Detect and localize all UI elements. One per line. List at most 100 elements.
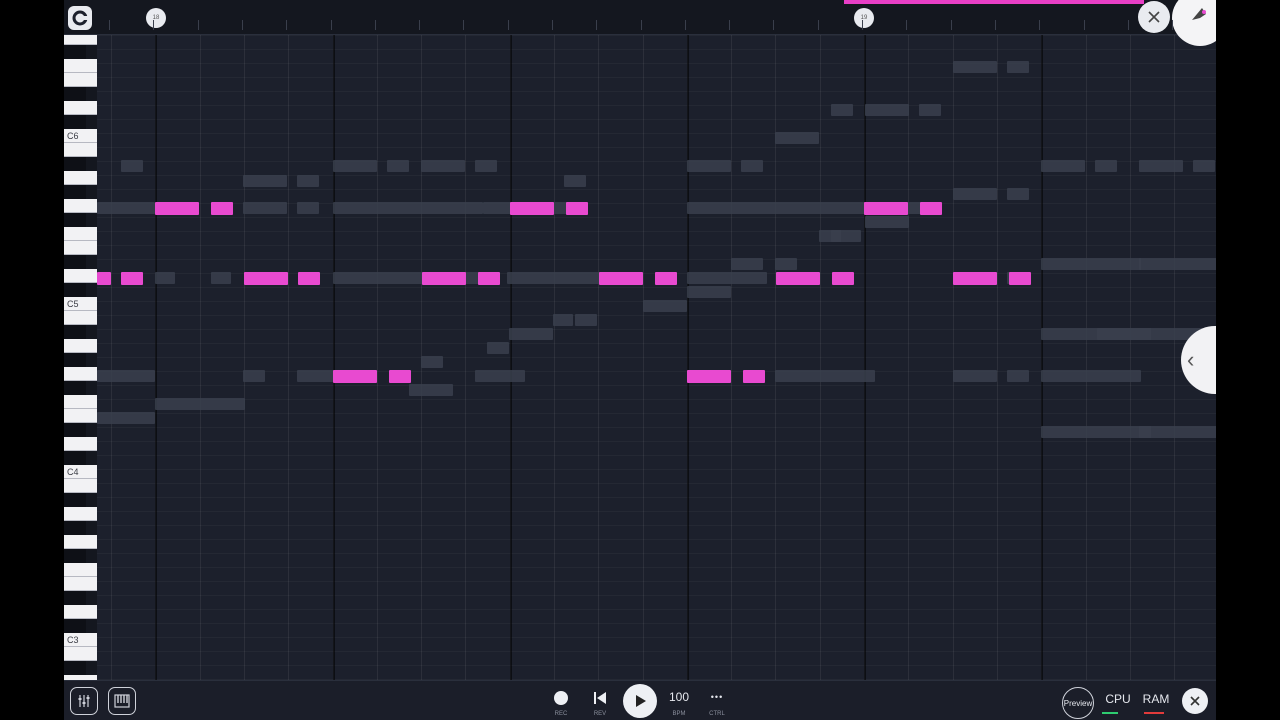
midi-note[interactable] [97,272,111,285]
piano-keyboard[interactable]: C6 C5 C4 C3 [64,35,97,680]
ghost-note[interactable] [553,314,573,326]
bpm-value[interactable]: 100 [664,689,694,705]
white-key[interactable] [64,241,97,255]
black-key[interactable] [64,115,86,129]
midi-note[interactable] [953,272,997,285]
close-icon[interactable] [1182,688,1208,714]
white-key[interactable] [64,437,97,451]
more-options-icon[interactable]: ••• [702,689,732,705]
white-key[interactable] [64,227,97,241]
ghost-note[interactable] [1007,188,1029,200]
black-key[interactable] [64,493,86,507]
midi-note[interactable] [832,272,854,285]
ghost-note[interactable] [421,356,443,368]
black-key[interactable] [64,185,86,199]
ghost-note[interactable] [865,216,909,228]
black-key[interactable] [64,451,86,465]
black-key[interactable] [64,521,86,535]
midi-note[interactable] [599,272,643,285]
midi-note[interactable] [298,272,320,285]
ghost-note[interactable] [97,202,155,214]
midi-note[interactable] [687,370,731,383]
white-key[interactable] [64,73,97,87]
black-key[interactable] [64,45,86,59]
ghost-note[interactable] [953,370,997,382]
midi-note[interactable] [121,272,143,285]
midi-note[interactable] [478,272,500,285]
loop-range-bar[interactable] [844,0,1144,4]
ghost-note[interactable] [97,412,155,424]
white-key[interactable] [64,35,97,45]
white-key[interactable] [64,605,97,619]
ghost-note[interactable] [333,202,483,214]
ghost-note[interactable] [1041,370,1141,382]
ghost-note[interactable] [831,230,861,242]
black-key[interactable] [64,213,86,227]
white-key[interactable] [64,339,97,353]
ghost-note[interactable] [409,384,453,396]
midi-note[interactable] [389,370,411,383]
mixer-icon[interactable] [70,687,98,715]
white-key[interactable] [64,143,97,157]
ghost-note[interactable] [919,104,941,116]
black-key[interactable] [64,619,86,633]
ghost-note[interactable] [643,300,687,312]
black-key[interactable] [64,255,86,269]
close-icon[interactable] [1138,1,1170,33]
black-key[interactable] [64,661,86,675]
ghost-note[interactable] [687,272,767,284]
white-key[interactable] [64,535,97,549]
ghost-note[interactable] [243,370,265,382]
ghost-note[interactable] [953,61,997,73]
black-key[interactable] [64,325,86,339]
ghost-note[interactable] [775,370,875,382]
ghost-note[interactable] [865,104,909,116]
ghost-note[interactable] [243,202,287,214]
midi-note[interactable] [776,272,820,285]
piano-roll-icon[interactable] [108,687,136,715]
white-key[interactable] [64,311,97,325]
ghost-note[interactable] [831,104,853,116]
ghost-note[interactable] [564,175,586,187]
ghost-note[interactable] [1139,160,1183,172]
play-button[interactable] [623,684,657,718]
ghost-note[interactable] [297,175,319,187]
ghost-note[interactable] [1007,61,1029,73]
midi-note[interactable] [244,272,288,285]
ghost-note[interactable] [775,132,819,144]
ghost-note[interactable] [731,258,763,270]
note-grid[interactable] [97,35,1216,680]
ghost-note[interactable] [97,370,155,382]
ghost-note[interactable] [687,286,731,298]
bar-marker-end[interactable]: 19 [854,8,874,28]
black-key[interactable] [64,353,86,367]
ghost-note[interactable] [211,272,231,284]
ghost-note[interactable] [1041,426,1151,438]
ghost-note[interactable] [1139,426,1216,438]
white-key[interactable] [64,563,97,577]
white-key[interactable] [64,479,97,493]
black-key[interactable] [64,87,86,101]
black-key[interactable] [64,157,86,171]
ghost-note[interactable] [687,160,731,172]
timeline-ruler[interactable]: 18 19 [64,0,1216,46]
midi-note[interactable] [211,202,233,215]
ghost-note[interactable] [1193,160,1215,172]
ghost-note[interactable] [487,342,509,354]
ghost-note[interactable] [387,160,409,172]
white-key[interactable] [64,171,97,185]
midi-note[interactable] [920,202,942,215]
white-key[interactable] [64,59,97,73]
white-key[interactable] [64,395,97,409]
ghost-note[interactable] [475,160,497,172]
ghost-note[interactable] [687,202,887,214]
white-key[interactable] [64,647,97,661]
ghost-note[interactable] [155,398,245,410]
rewind-icon[interactable] [592,690,608,706]
ghost-note[interactable] [509,328,553,340]
midi-note[interactable] [566,202,588,215]
ghost-note[interactable] [297,202,319,214]
ghost-note[interactable] [1007,370,1029,382]
ghost-note[interactable] [243,175,287,187]
bar-marker-start[interactable]: 18 [146,8,166,28]
